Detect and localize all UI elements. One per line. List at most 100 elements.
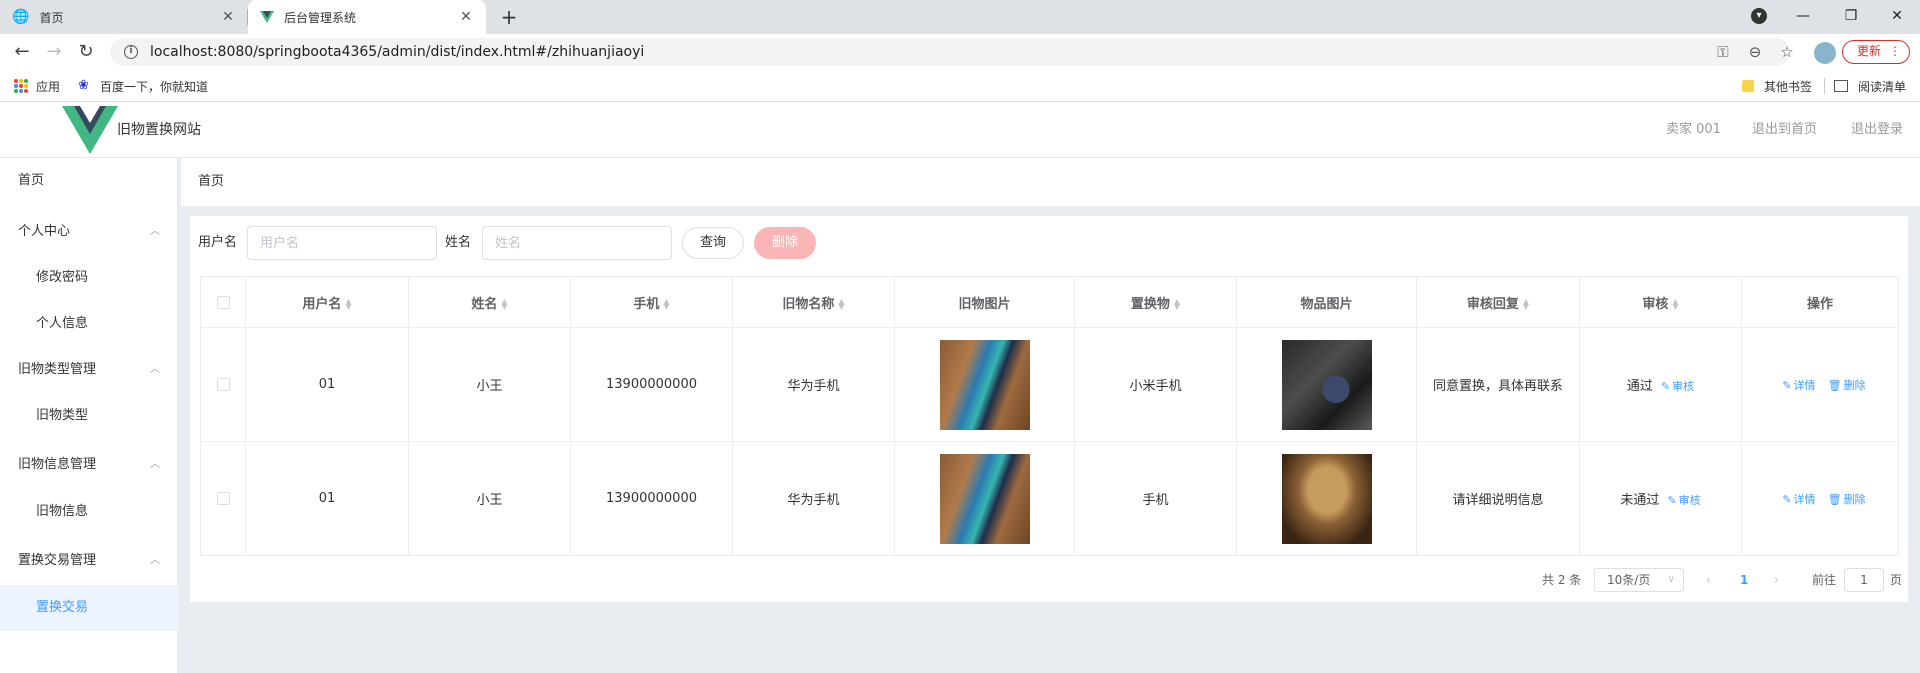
detail-link[interactable]: ✎ 详情 xyxy=(1782,493,1815,506)
sidebar-item-label: 旧物信息 xyxy=(36,504,89,519)
forward-arrow-icon[interactable]: → xyxy=(42,40,66,64)
column-header[interactable]: 手机 ▲ ▼ xyxy=(570,276,733,328)
goto-page-input[interactable]: 1 xyxy=(1844,568,1884,592)
bookmark-other-folder[interactable]: 其他书签 xyxy=(1742,70,1812,102)
row-delete-link[interactable]: 🗑 删除 xyxy=(1828,379,1866,392)
username-input[interactable] xyxy=(247,226,437,260)
column-header[interactable]: 用户名 ▲ ▼ xyxy=(245,276,409,328)
bookmark-baidu[interactable]: ❀ 百度一下，你就知道 xyxy=(78,70,208,102)
column-header[interactable]: 旧物名称 ▲ ▼ xyxy=(732,276,895,328)
url-field[interactable]: i localhost:8080/springboota4365/admin/d… xyxy=(110,38,1790,66)
item-image[interactable] xyxy=(939,339,1030,430)
prev-page-icon[interactable]: ‹ xyxy=(1706,568,1711,592)
restore-button[interactable]: ❐ xyxy=(1828,0,1874,32)
checkbox[interactable] xyxy=(216,378,230,391)
column-header-label: 审核回复 xyxy=(1466,296,1519,312)
item-image[interactable] xyxy=(939,453,1030,544)
goods-image[interactable] xyxy=(1281,339,1372,430)
sort-icon[interactable]: ▲ ▼ xyxy=(663,298,669,311)
goods-image[interactable] xyxy=(1281,453,1372,544)
vue-logo-icon xyxy=(62,106,118,154)
sidebar-item-label: 旧物类型管理 xyxy=(18,362,97,377)
minimize-button[interactable]: — xyxy=(1780,0,1826,32)
sidebar-item-item-info[interactable]: 旧物信息 xyxy=(0,489,178,535)
bookmark-apps[interactable]: 应用 xyxy=(14,70,60,102)
edit-icon: ✎ xyxy=(1782,378,1792,392)
select-all-cell[interactable] xyxy=(200,276,246,328)
bookmarks-bar: 应用 ❀ 百度一下，你就知道 其他书签 阅读清单 xyxy=(0,70,1920,102)
column-header-label: 物品图片 xyxy=(1300,296,1353,312)
audit-link[interactable]: ✎ 审核 xyxy=(1667,494,1700,507)
sidebar-group-exchange[interactable]: 置换交易管理 ︿ xyxy=(0,538,178,584)
breadcrumb-item[interactable]: 首页 xyxy=(198,158,224,206)
trash-icon: 🗑 xyxy=(1827,378,1842,392)
cell-reply: 请详细说明信息 xyxy=(1416,441,1580,556)
cell-username: 01 xyxy=(245,327,409,442)
cell-actions: ✎ 详情 🗑 删除 xyxy=(1741,441,1899,556)
sidebar-item-label: 修改密码 xyxy=(36,270,89,285)
sidebar-item-change-password[interactable]: 修改密码 xyxy=(0,255,178,301)
bookmark-reading-list[interactable]: 阅读清单 xyxy=(1834,70,1906,102)
update-button[interactable]: 更新 ⋮ xyxy=(1842,40,1910,64)
sidebar-item-personal-info[interactable]: 个人信息 xyxy=(0,301,178,347)
reload-icon[interactable]: ↻ xyxy=(74,40,98,64)
sort-icon[interactable]: ▲ ▼ xyxy=(1523,298,1529,311)
checkbox[interactable] xyxy=(216,295,230,309)
query-button[interactable]: 查询 xyxy=(682,227,744,259)
profile-avatar[interactable] xyxy=(1814,42,1836,64)
next-page-icon[interactable]: › xyxy=(1774,568,1779,592)
sidebar-item-exchange[interactable]: 置换交易 xyxy=(0,585,178,631)
close-icon[interactable]: ✕ xyxy=(220,9,236,25)
row-delete-link[interactable]: 🗑 删除 xyxy=(1828,493,1866,506)
audit-link-label: 审核 xyxy=(1678,494,1701,507)
audit-status: 未通过 xyxy=(1620,493,1660,508)
back-home-link[interactable]: 退出到首页 xyxy=(1752,102,1817,158)
key-icon[interactable]: ⚿ xyxy=(1712,40,1734,64)
sidebar-item-label: 个人信息 xyxy=(36,316,89,331)
chevron-down-icon[interactable]: ▾ xyxy=(1751,8,1767,24)
column-header-label: 姓名 xyxy=(471,296,498,312)
browser-tab-admin[interactable]: 后台管理系统 ✕ xyxy=(248,0,486,34)
browser-tab-home[interactable]: 🌐 首页 ✕ xyxy=(0,0,248,34)
back-arrow-icon[interactable]: ← xyxy=(10,40,34,64)
zoom-icon[interactable]: ⊖ xyxy=(1744,40,1766,64)
close-window-button[interactable]: ✕ xyxy=(1874,0,1920,32)
checkbox[interactable] xyxy=(216,492,230,505)
sidebar-group-personal[interactable]: 个人中心 ︿ xyxy=(0,209,178,255)
page-size-value: 10条/页 xyxy=(1607,573,1651,587)
new-tab-button[interactable]: + xyxy=(498,6,520,28)
name-label: 姓名 xyxy=(445,235,472,250)
name-input[interactable] xyxy=(482,226,672,260)
sidebar-item-home[interactable]: 首页 xyxy=(0,158,178,204)
audit-link[interactable]: ✎ 审核 xyxy=(1661,380,1694,393)
detail-link[interactable]: ✎ 详情 xyxy=(1782,379,1815,392)
bookmark-divider xyxy=(1824,78,1825,94)
sidebar-item-item-types[interactable]: 旧物类型 xyxy=(0,393,178,439)
delete-button[interactable]: 删除 xyxy=(754,227,816,259)
column-header[interactable]: 审核 ▲ ▼ xyxy=(1579,276,1742,328)
row-select-cell[interactable] xyxy=(200,327,246,442)
audit-link-label: 审核 xyxy=(1672,380,1695,393)
close-icon[interactable]: ✕ xyxy=(458,9,474,25)
page-number[interactable]: 1 xyxy=(1740,568,1748,592)
sort-icon[interactable]: ▲ ▼ xyxy=(1174,298,1180,311)
column-header[interactable]: 审核回复 ▲ ▼ xyxy=(1416,276,1580,328)
logout-link[interactable]: 退出登录 xyxy=(1851,102,1903,158)
detail-link-label: 详情 xyxy=(1793,492,1816,506)
sort-icon[interactable]: ▲ ▼ xyxy=(838,298,844,311)
column-header[interactable]: 姓名 ▲ ▼ xyxy=(408,276,571,328)
sort-icon[interactable]: ▲ ▼ xyxy=(1672,298,1678,311)
sort-icon[interactable]: ▲ ▼ xyxy=(345,298,351,311)
page-size-select[interactable]: 10条/页 ∨ xyxy=(1594,568,1684,592)
info-icon[interactable]: i xyxy=(124,45,138,59)
sidebar-group-item-info[interactable]: 旧物信息管理 ︿ xyxy=(0,442,178,488)
sort-icon[interactable]: ▲ ▼ xyxy=(501,298,507,311)
column-header[interactable]: 置换物 ▲ ▼ xyxy=(1074,276,1237,328)
reading-list-icon xyxy=(1834,80,1848,92)
more-menu-icon[interactable]: ⋮ xyxy=(1889,41,1901,62)
star-icon[interactable]: ☆ xyxy=(1776,40,1798,64)
detail-link-label: 详情 xyxy=(1793,378,1816,392)
row-select-cell[interactable] xyxy=(200,441,246,556)
sidebar-item-label: 首页 xyxy=(18,173,45,188)
sidebar-group-item-types[interactable]: 旧物类型管理 ︿ xyxy=(0,347,178,393)
